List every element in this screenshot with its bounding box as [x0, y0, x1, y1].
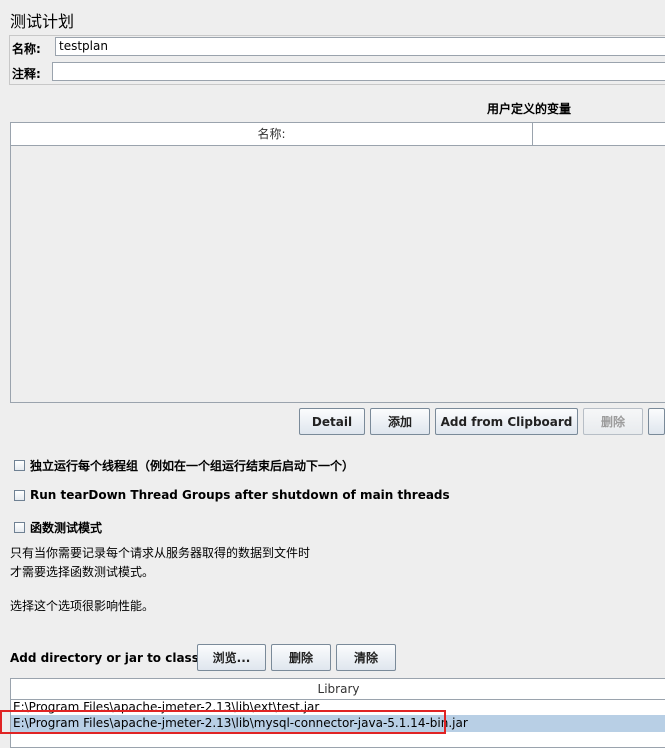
teardown-checkbox[interactable] — [14, 489, 25, 501]
comment-label: 注释: — [12, 67, 41, 81]
delete-variable-button[interactable]: 删除 — [583, 408, 643, 435]
name-label: 名称: — [12, 42, 41, 56]
highlight-annotation-box — [0, 710, 446, 734]
browse-button[interactable]: 浏览... — [197, 644, 266, 671]
user-variables-table[interactable]: 名称: — [10, 122, 665, 403]
run-sequential-label: 独立运行每个线程组（例如在一个组运行结束后启动下一个） — [30, 459, 355, 473]
add-button[interactable]: 添加 — [370, 408, 430, 435]
comment-field[interactable] — [52, 62, 665, 81]
functional-note-line1: 只有当你需要记录每个请求从服务器取得的数据到文件时 — [10, 546, 311, 560]
next-button-partial[interactable] — [648, 408, 665, 435]
teardown-option[interactable]: Run tearDown Thread Groups after shutdow… — [14, 488, 450, 502]
name-comment-group: 名称: testplan 注释: — [9, 35, 665, 85]
performance-note: 选择这个选项很影响性能。 — [10, 599, 155, 613]
library-column-header[interactable]: Library — [11, 679, 665, 699]
functional-note-line2: 才需要选择函数测试模式。 — [10, 565, 155, 579]
user-variables-title: 用户定义的变量 — [487, 102, 572, 116]
functional-mode-checkbox[interactable] — [14, 522, 25, 533]
clear-classpath-button[interactable]: 清除 — [336, 644, 396, 671]
add-from-clipboard-button[interactable]: Add from Clipboard — [435, 408, 578, 435]
functional-mode-option[interactable]: 函数测试模式 — [14, 519, 102, 536]
name-field-value: testplan — [59, 39, 108, 53]
run-sequential-checkbox[interactable] — [14, 460, 25, 471]
functional-note: 只有当你需要记录每个请求从服务器取得的数据到文件时 才需要选择函数测试模式。 — [10, 544, 310, 582]
variables-table-header: 名称: — [11, 123, 665, 146]
column-header-name[interactable]: 名称: — [11, 123, 533, 145]
panel-title: 测试计划 — [10, 12, 75, 31]
name-field[interactable]: testplan — [55, 37, 665, 56]
column-header-value[interactable] — [533, 123, 665, 145]
detail-button[interactable]: Detail — [299, 408, 365, 435]
library-table-header: Library — [11, 679, 665, 700]
functional-mode-label: 函数测试模式 — [30, 521, 103, 535]
run-sequential-option[interactable]: 独立运行每个线程组（例如在一个组运行结束后启动下一个） — [14, 457, 354, 474]
delete-classpath-button[interactable]: 删除 — [271, 644, 331, 671]
teardown-label: Run tearDown Thread Groups after shutdow… — [30, 488, 450, 502]
